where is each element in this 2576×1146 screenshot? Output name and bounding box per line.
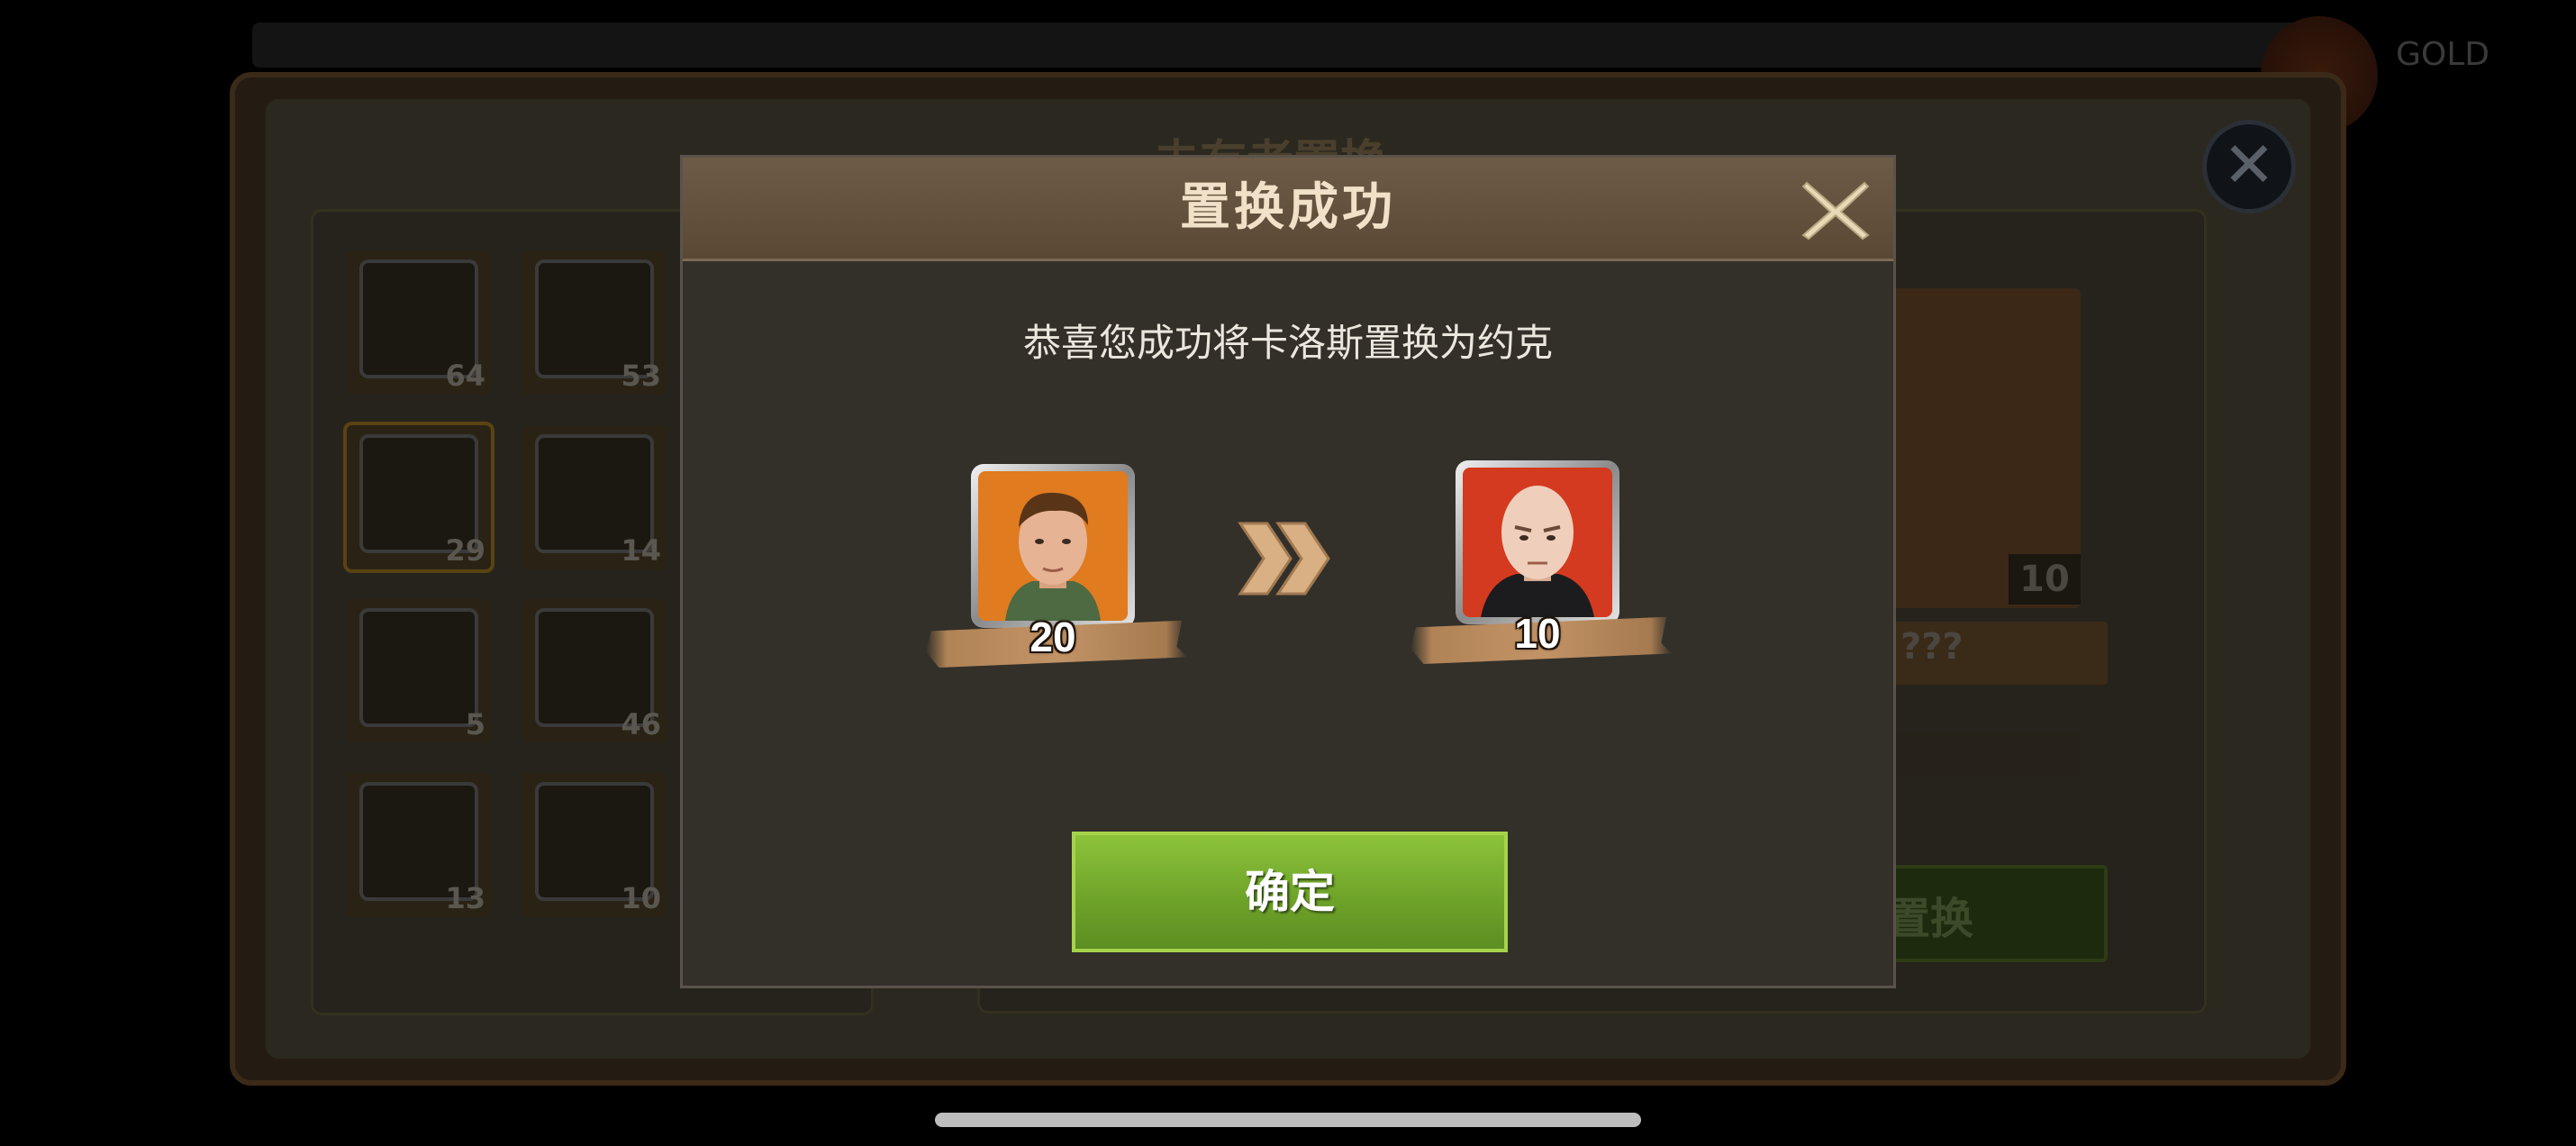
hero-level: 10 <box>621 881 661 915</box>
hero-level: 46 <box>621 707 661 741</box>
hero-level: 64 <box>445 359 485 393</box>
hero-card[interactable]: 64 <box>347 250 491 395</box>
hero-portrait <box>359 608 478 727</box>
hero-card[interactable]: 13 <box>347 773 491 917</box>
from-hero-portrait <box>978 471 1128 621</box>
hero-card[interactable]: 46 <box>522 599 667 743</box>
home-indicator[interactable] <box>935 1113 1641 1127</box>
to-hero: 10 <box>1410 460 1681 695</box>
currency-label: GOLD <box>2396 36 2490 73</box>
hero-level: 5 <box>465 707 485 741</box>
double-chevron-right-icon <box>1238 522 1330 596</box>
hero-level: 53 <box>621 359 661 393</box>
hero-card[interactable]: 53 <box>522 250 667 395</box>
top-bar <box>252 23 2324 68</box>
target-hero-level: 10 <box>2009 554 2081 605</box>
to-hero-portrait <box>1463 468 1612 617</box>
to-hero-level: 10 <box>1514 610 1561 657</box>
hero-level: 29 <box>445 533 485 568</box>
to-hero-frame <box>1456 460 1619 624</box>
replace-success-dialog: 置换成功 恭喜您成功将卡洛斯置换为约克 20 10 确定 <box>680 155 1896 988</box>
replace-button-label: 置换 <box>1887 894 1974 944</box>
hero-level: 14 <box>621 533 661 568</box>
confirm-button[interactable]: 确定 <box>1072 832 1508 952</box>
hero-level: 13 <box>445 881 485 915</box>
hero-card-selected[interactable]: 29 <box>343 422 494 573</box>
hero-card[interactable]: 14 <box>522 425 667 569</box>
hero-card[interactable]: 5 <box>347 599 491 743</box>
from-hero: 20 <box>926 464 1196 698</box>
panel-close-button[interactable]: ✕ <box>2202 120 2296 214</box>
dialog-title: 置换成功 <box>1180 178 1396 237</box>
close-icon[interactable] <box>1800 177 1872 241</box>
confirm-button-label: 确定 <box>1245 866 1335 918</box>
from-hero-level: 20 <box>1029 614 1076 660</box>
success-message: 恭喜您成功将卡洛斯置换为约克 <box>1022 321 1553 365</box>
from-hero-frame <box>971 464 1135 628</box>
target-hero-name: ??? <box>1900 626 1964 668</box>
hero-card[interactable]: 10 <box>522 773 667 917</box>
